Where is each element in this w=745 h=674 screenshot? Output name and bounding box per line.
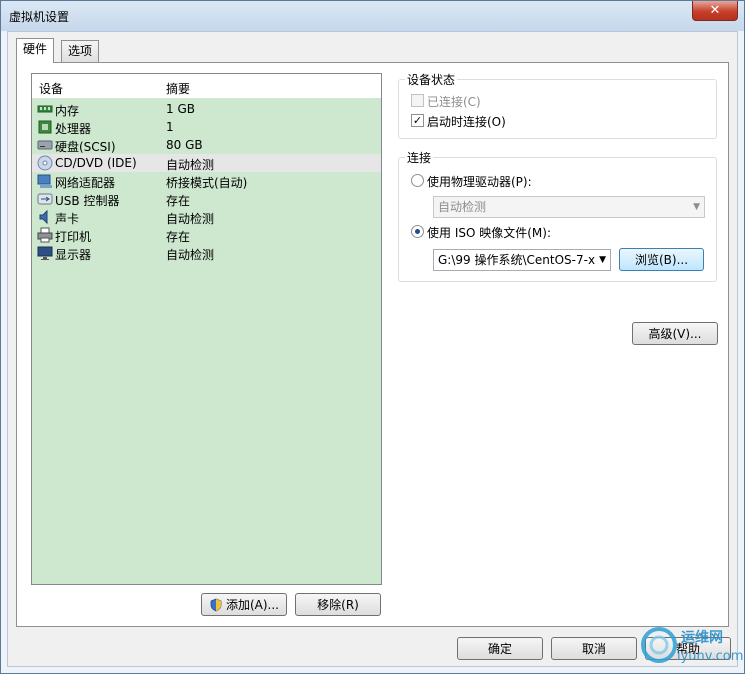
advanced-button[interactable]: 高级(V)... xyxy=(632,322,718,345)
hardware-summary: 桥接模式(自动) xyxy=(166,176,248,190)
dialog-body: 硬件 选项 设备 摘要 内存 1 GB 处理器 1 硬盘(SCSI) 80 GB CD/DV… xyxy=(7,31,738,667)
chevron-down-icon: ▼ xyxy=(599,255,606,265)
hardware-name: 声卡 xyxy=(55,212,80,226)
usb-icon xyxy=(37,191,53,207)
hardware-summary: 1 xyxy=(166,120,174,134)
shield-icon xyxy=(209,598,223,612)
hardware-row[interactable]: 声卡 自动检测 xyxy=(32,208,381,226)
remove-button-label: 移除(R) xyxy=(317,598,359,612)
hardware-name: 硬盘(SCSI) xyxy=(55,140,116,154)
iso-path-value: G:\99 操作系统\CentOS-7-x xyxy=(438,253,596,267)
connect-at-power-on-checkbox[interactable]: ✓ xyxy=(411,114,424,127)
iso-path-combo[interactable]: G:\99 操作系统\CentOS-7-x ▼ xyxy=(433,249,611,271)
physical-drive-value: 自动检测 xyxy=(438,200,487,214)
checkmark-icon: ✓ xyxy=(412,114,423,127)
hardware-row[interactable]: 处理器 1 xyxy=(32,118,381,136)
connected-checkbox[interactable] xyxy=(411,94,424,107)
hardware-summary: 自动检测 xyxy=(166,212,215,226)
advanced-button-label: 高级(V)... xyxy=(648,327,702,341)
close-icon: ✕ xyxy=(709,3,721,18)
hardware-name: USB 控制器 xyxy=(55,194,120,208)
hardware-summary: 存在 xyxy=(166,194,191,208)
hardware-tab-panel: 设备 摘要 内存 1 GB 处理器 1 硬盘(SCSI) 80 GB CD/DVD (IDE… xyxy=(16,62,729,627)
device-status-title: 设备状态 xyxy=(405,71,458,88)
ok-button-label: 确定 xyxy=(487,642,512,656)
tab-options-label: 选项 xyxy=(68,44,93,58)
connection-title: 连接 xyxy=(405,149,434,166)
hardware-name: 内存 xyxy=(55,104,80,118)
iso-image-radio[interactable] xyxy=(411,225,424,238)
watermark: 运维网 iyunv.com xyxy=(637,621,745,669)
device-status-group: 设备状态 已连接(C) ✓ 启动时连接(O) xyxy=(398,71,717,139)
hardware-name: 显示器 xyxy=(55,248,92,262)
browse-button-label: 浏览(B)... xyxy=(634,253,689,267)
connected-label: 已连接(C) xyxy=(427,95,481,109)
network-adapter-icon xyxy=(37,173,53,189)
hard-disk-icon xyxy=(37,137,53,153)
iso-image-label: 使用 ISO 映像文件(M): xyxy=(427,226,551,240)
hardware-row[interactable]: 显示器 自动检测 xyxy=(32,244,381,262)
hardware-row[interactable]: 内存 1 GB xyxy=(32,100,381,118)
hardware-summary: 80 GB xyxy=(166,138,203,152)
hardware-row[interactable]: CD/DVD (IDE) 自动检测 xyxy=(32,154,381,172)
watermark-text-bottom: iyunv.com xyxy=(677,649,744,664)
hardware-name: 处理器 xyxy=(55,122,92,136)
connection-group: 连接 使用物理驱动器(P): 自动检测 ▼ 使用 ISO 映像文件(M): G:… xyxy=(398,149,717,282)
physical-drive-select[interactable]: 自动检测 ▼ xyxy=(433,196,705,218)
hardware-name: 网络适配器 xyxy=(55,176,116,190)
add-button[interactable]: 添加(A)... xyxy=(201,593,287,616)
vm-settings-dialog: 虚拟机设置 ✕ 硬件 选项 设备 摘要 内存 1 GB 处理器 1 硬盘(SCSI) 80… xyxy=(0,0,745,674)
hardware-list[interactable]: 设备 摘要 内存 1 GB 处理器 1 硬盘(SCSI) 80 GB CD/DVD (IDE… xyxy=(31,73,382,585)
hardware-list-header: 设备 摘要 xyxy=(32,74,381,98)
ok-button[interactable]: 确定 xyxy=(457,637,543,660)
window-title: 虚拟机设置 xyxy=(9,10,70,24)
add-button-label: 添加(A)... xyxy=(225,598,280,612)
cancel-button[interactable]: 取消 xyxy=(551,637,637,660)
column-device: 设备 xyxy=(39,82,64,96)
hardware-summary: 自动检测 xyxy=(166,158,215,172)
hardware-summary: 自动检测 xyxy=(166,248,215,262)
hardware-summary: 1 GB xyxy=(166,102,195,116)
display-icon xyxy=(37,245,53,261)
tab-options[interactable]: 选项 xyxy=(61,40,100,62)
hardware-row[interactable]: USB 控制器 存在 xyxy=(32,190,381,208)
hardware-name: CD/DVD (IDE) xyxy=(55,156,137,170)
close-button[interactable]: ✕ xyxy=(692,1,738,21)
tab-hardware[interactable]: 硬件 xyxy=(16,38,55,63)
remove-button[interactable]: 移除(R) xyxy=(295,593,381,616)
memory-icon xyxy=(37,101,53,117)
cancel-button-label: 取消 xyxy=(581,642,606,656)
chevron-down-icon: ▼ xyxy=(693,202,700,212)
sound-card-icon xyxy=(37,209,53,225)
printer-icon xyxy=(37,227,53,243)
watermark-text-top: 运维网 xyxy=(681,630,723,646)
tab-hardware-label: 硬件 xyxy=(23,42,48,56)
connect-at-power-on-label: 启动时连接(O) xyxy=(427,115,506,129)
title-bar[interactable]: 虚拟机设置 ✕ xyxy=(1,1,744,31)
hardware-summary: 存在 xyxy=(166,230,191,244)
hardware-row[interactable]: 打印机 存在 xyxy=(32,226,381,244)
hardware-row[interactable]: 网络适配器 桥接模式(自动) xyxy=(32,172,381,190)
browse-button[interactable]: 浏览(B)... xyxy=(619,248,704,271)
hardware-row[interactable]: 硬盘(SCSI) 80 GB xyxy=(32,136,381,154)
cd-dvd-icon xyxy=(37,155,53,171)
physical-drive-label: 使用物理驱动器(P): xyxy=(427,175,532,189)
hardware-name: 打印机 xyxy=(55,230,92,244)
physical-drive-radio[interactable] xyxy=(411,174,424,187)
processor-icon xyxy=(37,119,53,135)
column-summary: 摘要 xyxy=(166,82,191,96)
